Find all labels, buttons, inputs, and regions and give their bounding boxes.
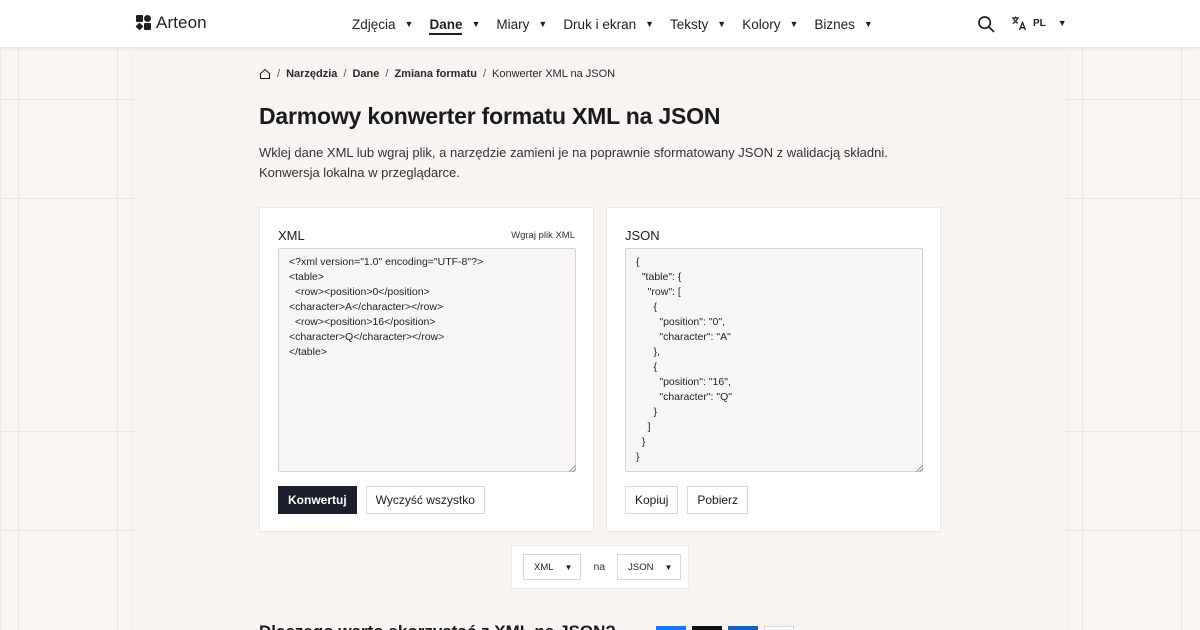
translate-icon xyxy=(1012,16,1027,31)
nav-label: Zdjęcia xyxy=(352,16,396,32)
background-gridline xyxy=(18,48,19,630)
format-joiner: na xyxy=(593,561,606,573)
chevron-down-icon: ▼ xyxy=(863,19,873,29)
background-gridline xyxy=(1082,48,1083,630)
chevron-down-icon: ▼ xyxy=(664,562,673,572)
nav-item-dane[interactable]: Dane ▼ xyxy=(429,17,481,35)
chevron-down-icon: ▼ xyxy=(645,19,655,29)
breadcrumb-link[interactable]: Zmiana formatu xyxy=(394,68,477,80)
convert-button[interactable]: Konwertuj xyxy=(278,486,357,514)
home-icon[interactable] xyxy=(259,68,271,80)
nav-item-kolory[interactable]: Kolory ▼ xyxy=(742,17,798,32)
clear-all-button[interactable]: Wyczyść wszystko xyxy=(365,486,485,514)
xml-input-panel: XML Wgraj plik XML <?xml version="1.0" e… xyxy=(259,207,594,532)
nav-label: Dane xyxy=(429,17,463,35)
language-selector[interactable]: PL ▼ xyxy=(1011,15,1067,31)
link-share-icon[interactable] xyxy=(764,626,794,630)
chevron-down-icon: ▼ xyxy=(717,19,727,29)
section-heading: Dlaczego warto skorzystać z XML na JSON? xyxy=(259,622,616,630)
source-format-select[interactable]: XML ▼ xyxy=(523,554,582,580)
download-button[interactable]: Pobierz xyxy=(687,486,749,514)
facebook-share-icon[interactable] xyxy=(656,626,686,630)
json-output-field[interactable]: { "table": { "row": [ { "position": "0",… xyxy=(625,248,923,472)
breadcrumb: / Narzędzia / Dane / Zmiana formatu / Ko… xyxy=(259,68,615,80)
chevron-down-icon: ▼ xyxy=(538,19,548,29)
nav-label: Teksty xyxy=(670,16,709,32)
nav-item-druk-i-ekran[interactable]: Druk i ekran ▼ xyxy=(563,17,654,32)
brand-logo[interactable]: Arteon xyxy=(135,13,207,33)
x-share-icon[interactable] xyxy=(692,626,722,630)
linkedin-share-icon[interactable] xyxy=(728,626,758,630)
nav-label: Biznes xyxy=(814,16,855,32)
language-code: PL xyxy=(1033,17,1046,29)
logo-icon xyxy=(135,15,152,31)
panel-title: XML xyxy=(278,228,305,243)
chevron-down-icon: ▼ xyxy=(471,19,481,29)
nav-label: Miary xyxy=(496,16,530,32)
panel-title: JSON xyxy=(625,228,660,243)
chevron-down-icon: ▼ xyxy=(564,562,573,572)
chevron-down-icon: ▼ xyxy=(404,19,414,29)
breadcrumb-link[interactable]: Dane xyxy=(352,68,379,80)
resize-handle[interactable] xyxy=(916,465,923,472)
nav-item-biznes[interactable]: Biznes ▼ xyxy=(814,17,872,32)
nav-item-miary[interactable]: Miary ▼ xyxy=(496,17,547,32)
background-gridline xyxy=(1181,48,1182,630)
main-nav: Zdjęcia ▼ Dane ▼ Miary ▼ Druk i ekran ▼ Teksty ▼ K… xyxy=(352,0,889,48)
page-title: Darmowy konwerter formatu XML na JSON xyxy=(259,103,721,129)
target-format-select[interactable]: JSON ▼ xyxy=(617,554,682,580)
copy-button[interactable]: Kopiuj xyxy=(625,486,679,514)
chevron-down-icon: ▼ xyxy=(1057,18,1067,28)
brand-name: Arteon xyxy=(156,13,207,32)
resize-handle[interactable] xyxy=(569,465,576,472)
page-intro: Wklej dane XML lub wgraj plik, a narzędz… xyxy=(259,145,888,180)
search-icon[interactable] xyxy=(977,15,995,33)
nav-item-zdjęcia[interactable]: Zdjęcia ▼ xyxy=(352,17,413,32)
breadcrumb-link[interactable]: Narzędzia xyxy=(286,68,337,80)
format-selector: XML ▼ na JSON ▼ xyxy=(511,545,689,589)
json-output-panel: JSON { "table": { "row": [ { "position":… xyxy=(606,207,941,532)
nav-label: Druk i ekran xyxy=(563,16,637,32)
site-header: Arteon Zdjęcia ▼ Dane ▼ Miary ▼ Druk i ekran ▼ T… xyxy=(0,0,1200,48)
xml-input-field[interactable]: <?xml version="1.0" encoding="UTF-8"?> <… xyxy=(278,248,576,472)
breadcrumb-current: Konwerter XML na JSON xyxy=(492,68,616,80)
nav-item-teksty[interactable]: Teksty ▼ xyxy=(670,17,726,32)
chevron-down-icon: ▼ xyxy=(789,19,799,29)
upload-xml-link[interactable]: Wgraj plik XML xyxy=(511,230,575,241)
nav-label: Kolory xyxy=(742,16,781,32)
background-gridline xyxy=(117,48,118,630)
